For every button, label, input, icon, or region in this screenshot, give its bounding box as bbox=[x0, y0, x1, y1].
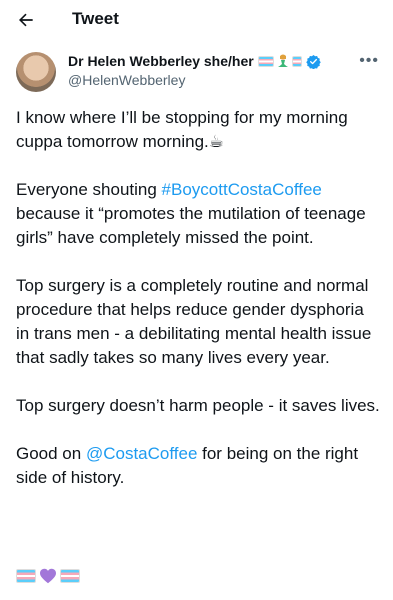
verified-badge-icon bbox=[305, 54, 321, 69]
more-icon[interactable]: ••• bbox=[359, 52, 379, 70]
tweet-text-segment: because it “promotes the mutilation of t… bbox=[16, 204, 366, 247]
tweet-paragraph: I know where I’ll be stopping for my mor… bbox=[16, 106, 381, 154]
page-title: Tweet bbox=[72, 9, 119, 28]
emoji-row bbox=[16, 568, 83, 584]
tweet-paragraph: Top surgery doesn’t harm people - it sav… bbox=[16, 394, 381, 418]
top-bar: Tweet bbox=[0, 0, 393, 40]
tweet-text-segment: Good on bbox=[16, 444, 86, 463]
tweet-text-segment: Top surgery is a completely routine and … bbox=[16, 276, 372, 367]
tweet-text: I know where I’ll be stopping for my mor… bbox=[16, 106, 381, 490]
hashtag-link[interactable]: #BoycottCostaCoffee bbox=[162, 180, 322, 199]
author-name[interactable]: Dr Helen Webberley she/her bbox=[68, 53, 254, 69]
tweet-paragraph: Good on @CostaCoffee for being on the ri… bbox=[16, 442, 381, 490]
mention-link[interactable]: @CostaCoffee bbox=[86, 444, 197, 463]
tweet-text-segment: Everyone shouting bbox=[16, 180, 162, 199]
transgender-flag-icon bbox=[257, 55, 274, 67]
avatar[interactable] bbox=[16, 52, 56, 92]
tweet-paragraph: Top surgery is a completely routine and … bbox=[16, 274, 381, 370]
transgender-flag-icon bbox=[16, 569, 36, 583]
author-name-row[interactable]: Dr Helen Webberley she/her bbox=[68, 52, 321, 70]
author-handle[interactable]: @HelenWebberley bbox=[68, 72, 185, 88]
tweet-text-segment: Top surgery doesn’t harm people - it sav… bbox=[16, 396, 380, 415]
transgender-flag-icon bbox=[60, 569, 80, 583]
mermaid-icon bbox=[277, 54, 288, 67]
back-arrow-icon[interactable] bbox=[16, 10, 36, 30]
purple-heart-icon bbox=[40, 568, 56, 584]
tweet-paragraph: Everyone shouting #BoycottCostaCoffee be… bbox=[16, 178, 381, 250]
tweet-text-segment: I know where I’ll be stopping for my mor… bbox=[16, 108, 348, 151]
transgender-flag-icon bbox=[291, 55, 302, 67]
name-emoji-group bbox=[257, 54, 304, 68]
